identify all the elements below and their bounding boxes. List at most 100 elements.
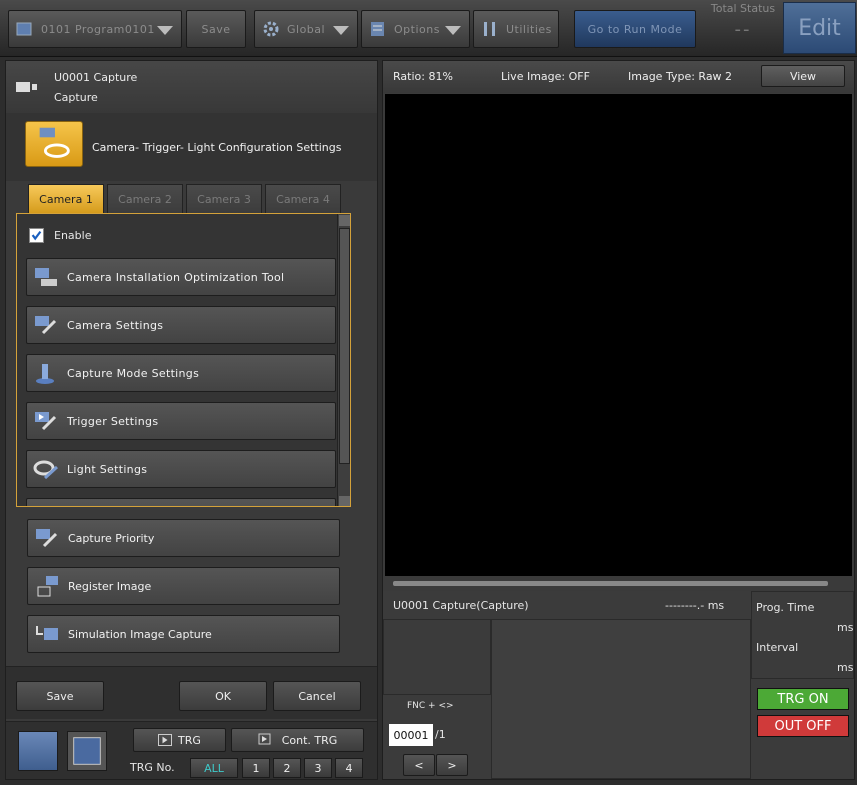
- config-title: Camera- Trigger- Light Configuration Set…: [92, 141, 342, 154]
- image-display[interactable]: [385, 94, 852, 576]
- outer-item-label: Register Image: [68, 579, 152, 593]
- tools-icon: [480, 20, 500, 38]
- item-label: Camera Installation Optimization Tool: [67, 270, 285, 284]
- item-label: Trigger Settings: [67, 414, 159, 428]
- enable-label: Enable: [54, 229, 92, 242]
- timing-cell-left: [383, 619, 491, 695]
- prev-button[interactable]: <: [403, 754, 435, 776]
- ok-button[interactable]: OK: [179, 681, 267, 711]
- light-settings-button[interactable]: Light Settings: [26, 450, 336, 488]
- global-label: Global: [287, 22, 326, 36]
- counter-field[interactable]: 00001: [389, 724, 433, 746]
- chevron-down-icon: [157, 26, 173, 35]
- item-label: Camera Settings: [67, 318, 164, 332]
- tab-camera-1[interactable]: Camera 1: [28, 184, 104, 214]
- trg-no-3[interactable]: 3: [304, 758, 332, 778]
- trg-no-2[interactable]: 2: [273, 758, 301, 778]
- tab-camera-2[interactable]: Camera 2: [107, 184, 183, 214]
- cont-trg-button[interactable]: Cont. TRG: [231, 728, 364, 752]
- trigger-wrench-icon: [33, 409, 61, 433]
- continuous-trigger-icon: [258, 733, 276, 747]
- timing-value: --------.- ms: [665, 599, 725, 612]
- capture-priority-button[interactable]: Capture Priority: [27, 519, 340, 557]
- chevron-down-icon: [333, 26, 349, 35]
- enable-checkbox[interactable]: Enable: [29, 228, 91, 243]
- config-header: Camera- Trigger- Light Configuration Set…: [6, 113, 377, 181]
- tab-camera-3[interactable]: Camera 3: [186, 184, 262, 214]
- item-label: Light Settings: [67, 462, 148, 476]
- capture-mode-icon: [33, 361, 61, 385]
- light-wrench-icon: [33, 457, 61, 481]
- simulation-image-capture-button[interactable]: Simulation Image Capture: [27, 615, 340, 653]
- next-button[interactable]: >: [436, 754, 468, 776]
- live-image-readout: Live Image: OFF: [501, 70, 590, 83]
- horizontal-scrollbar[interactable]: [393, 581, 828, 586]
- unit-title: U0001 Capture: [54, 71, 138, 84]
- image-type-readout: Image Type: Raw 2: [628, 70, 733, 83]
- trg-no-1[interactable]: 1: [242, 758, 270, 778]
- options-label: Options: [394, 22, 440, 36]
- trg-no-all[interactable]: ALL: [190, 758, 238, 778]
- camera-settings-list: Enable Camera Installation Optimization …: [16, 213, 351, 507]
- top-save-button[interactable]: Save: [186, 10, 246, 48]
- trg-button[interactable]: TRG: [133, 728, 226, 752]
- scroll-down-icon[interactable]: [339, 496, 350, 506]
- save-button[interactable]: Save: [16, 681, 104, 711]
- play-icon: [158, 734, 173, 746]
- trg-label: TRG: [178, 733, 201, 747]
- list-item-partial[interactable]: [26, 498, 336, 506]
- image-panel: Ratio: 81% Live Image: OFF Image Type: R…: [382, 60, 855, 780]
- ratio-readout: Ratio: 81%: [393, 70, 453, 83]
- timing-panel: U0001 Capture(Capture) --------.- ms Pro…: [383, 591, 854, 779]
- out-off-indicator[interactable]: OUT OFF: [757, 715, 849, 737]
- wrench-icon: [33, 313, 61, 337]
- list-scrollbar[interactable]: [337, 214, 350, 506]
- image-info-bar: Ratio: 81% Live Image: OFF Image Type: R…: [383, 61, 854, 93]
- scroll-thumb[interactable]: [339, 228, 350, 464]
- touch-icon[interactable]: [18, 731, 58, 771]
- edit-mode-button[interactable]: Edit: [783, 2, 856, 54]
- priority-wrench-icon: [34, 526, 62, 550]
- simulation-image-icon: [34, 622, 62, 646]
- go-to-run-mode-button[interactable]: Go to Run Mode: [574, 10, 696, 48]
- gear-icon: [261, 20, 281, 38]
- interval-label: Interval: [756, 641, 799, 654]
- total-status-value: --: [734, 19, 752, 40]
- program-select[interactable]: 0101 Program0101: [8, 10, 182, 48]
- trg-no-label: TRG No.: [130, 761, 175, 774]
- prog-time-label: Prog. Time: [756, 601, 815, 614]
- total-status: Total Status --: [704, 2, 782, 54]
- image-strip-icon[interactable]: [67, 731, 107, 771]
- options-icon: [368, 20, 388, 38]
- tab-camera-4[interactable]: Camera 4: [265, 184, 341, 214]
- cont-trg-label: Cont. TRG: [281, 733, 338, 747]
- camera-light-config-icon[interactable]: [25, 121, 83, 167]
- capture-mode-settings-button[interactable]: Capture Mode Settings: [26, 354, 336, 392]
- options-menu[interactable]: Options: [361, 10, 470, 48]
- trg-on-indicator[interactable]: TRG ON: [757, 688, 849, 710]
- timing-graph-area: [491, 619, 751, 779]
- camera-settings-button[interactable]: Camera Settings: [26, 306, 336, 344]
- scroll-up-icon[interactable]: [339, 215, 350, 226]
- utilities-menu[interactable]: Utilities: [473, 10, 559, 48]
- view-button[interactable]: View: [761, 65, 845, 87]
- trigger-settings-button[interactable]: Trigger Settings: [26, 402, 336, 440]
- unit-subtitle: Capture: [54, 91, 98, 104]
- timing-unit-label: U0001 Capture(Capture): [393, 599, 529, 612]
- utilities-label: Utilities: [506, 22, 552, 36]
- outer-item-label: Capture Priority: [68, 531, 155, 545]
- cancel-button[interactable]: Cancel: [273, 681, 361, 711]
- item-label: Capture Mode Settings: [67, 366, 200, 380]
- unit-header: U0001 Capture Capture: [6, 61, 377, 113]
- prog-time-unit: ms: [837, 621, 854, 634]
- total-status-label: Total Status: [710, 2, 776, 15]
- global-menu[interactable]: Global: [254, 10, 358, 48]
- interval-unit: ms: [837, 661, 854, 674]
- top-toolbar: 0101 Program0101 Save Global Options Uti…: [0, 0, 857, 57]
- fnc-label: FNC + <>: [407, 701, 454, 711]
- outer-item-label: Simulation Image Capture: [68, 627, 212, 641]
- counter-total: /1: [435, 728, 446, 741]
- camera-installation-optimization-tool-button[interactable]: Camera Installation Optimization Tool: [26, 258, 336, 296]
- trg-no-4[interactable]: 4: [335, 758, 363, 778]
- register-image-button[interactable]: Register Image: [27, 567, 340, 605]
